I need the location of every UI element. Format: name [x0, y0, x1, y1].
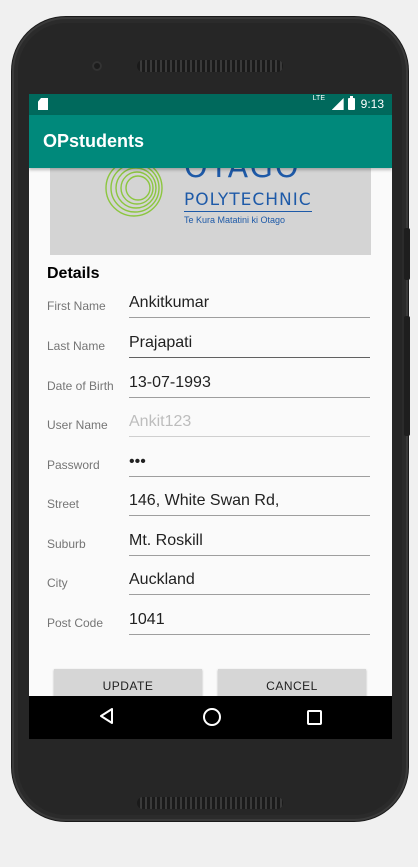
first-name-input[interactable]	[129, 291, 370, 318]
logo-subtitle: POLYTECHNIC	[184, 190, 312, 210]
street-input[interactable]	[129, 489, 370, 516]
logo-tagline: Te Kura Matatini ki Otago	[184, 215, 286, 225]
street-field: Street	[47, 489, 372, 519]
last-name-label: Last Name	[47, 339, 106, 353]
street-label: Street	[47, 497, 80, 511]
navigation-bar	[29, 696, 392, 739]
status-time: 9:13	[360, 97, 384, 111]
logo-swirl-icon	[105, 168, 163, 217]
password-input[interactable]	[129, 450, 370, 477]
password-field: Password	[47, 450, 372, 480]
date-of-birth-label: Date of Birth	[47, 379, 114, 393]
front-camera	[92, 61, 102, 71]
suburb-field: Suburb	[47, 529, 372, 559]
app-bar: OPstudents	[29, 115, 392, 168]
network-type: LTE	[312, 95, 325, 102]
city-label: City	[47, 576, 68, 590]
sd-card-icon	[38, 98, 48, 110]
logo-wordmark: OTAGO	[184, 168, 300, 185]
city-input[interactable]	[129, 568, 370, 595]
password-label: Password	[47, 458, 100, 472]
power-button[interactable]	[404, 228, 410, 280]
phone-screen: LTE 9:13 OPstudents OTAGO POLYTECHNIC	[29, 94, 392, 739]
volume-button[interactable]	[404, 316, 410, 436]
bottom-speaker	[137, 797, 283, 809]
post-code-input[interactable]	[129, 608, 370, 635]
signal-icon	[331, 98, 344, 110]
suburb-label: Suburb	[47, 537, 86, 551]
date-of-birth-field: Date of Birth	[47, 371, 372, 401]
recent-apps-icon[interactable]	[307, 710, 322, 725]
details-heading: Details	[47, 265, 100, 282]
city-field: City	[47, 568, 372, 598]
details-scroll-view[interactable]: OTAGO POLYTECHNIC Te Kura Matatini ki Ot…	[29, 168, 392, 696]
first-name-label: First Name	[47, 299, 106, 313]
suburb-input[interactable]	[129, 529, 370, 556]
last-name-field: Last Name	[47, 331, 372, 361]
app-title: OPstudents	[43, 131, 145, 151]
user-name-input[interactable]	[129, 410, 370, 437]
battery-icon	[347, 96, 355, 110]
status-bar: LTE 9:13	[29, 94, 392, 115]
back-icon[interactable]	[100, 708, 114, 724]
user-name-label: User Name	[47, 418, 108, 432]
post-code-label: Post Code	[47, 616, 104, 630]
user-name-field: User Name	[47, 410, 372, 440]
post-code-field: Post Code	[47, 608, 372, 638]
date-of-birth-input[interactable]	[129, 371, 370, 398]
earpiece-speaker	[137, 60, 283, 72]
last-name-input[interactable]	[129, 331, 370, 358]
logo-divider	[184, 211, 312, 212]
first-name-field: First Name	[47, 291, 372, 321]
otago-polytechnic-logo: OTAGO POLYTECHNIC Te Kura Matatini ki Ot…	[50, 168, 371, 255]
home-icon[interactable]	[203, 708, 221, 726]
